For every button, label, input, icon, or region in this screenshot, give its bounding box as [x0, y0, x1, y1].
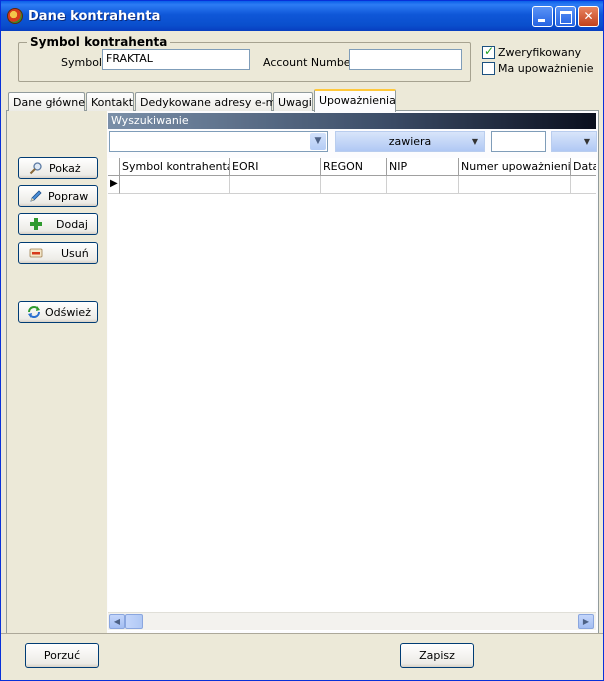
title-bar[interactable]: Dane kontrahenta ✕: [1, 1, 603, 31]
edit-button[interactable]: Popraw: [18, 185, 98, 207]
show-button[interactable]: Pokaż: [18, 157, 98, 179]
symbol-field[interactable]: FRAKTAL: [102, 49, 250, 70]
show-button-label: Pokaż: [49, 162, 81, 175]
tab-dane-glowne[interactable]: Dane główne: [8, 92, 85, 111]
dropdown-arrow-icon: ▼: [583, 137, 590, 146]
search-field-combo[interactable]: ▼: [109, 131, 328, 152]
search-operator-dropdown[interactable]: zawiera ▼: [335, 131, 485, 152]
column-header-eori[interactable]: EORI: [230, 158, 321, 176]
scroll-thumb[interactable]: [125, 614, 143, 629]
column-header-symbol[interactable]: Symbol kontrahenta: [120, 158, 230, 176]
save-button[interactable]: Zapisz: [400, 643, 474, 668]
row-indicator-header: [108, 158, 120, 176]
symbol-group-legend: Symbol kontrahenta: [27, 35, 171, 49]
scroll-left-icon[interactable]: ◀: [109, 614, 125, 629]
authorized-checkbox[interactable]: [482, 62, 495, 75]
add-button-label: Dodaj: [56, 218, 88, 231]
table-cell[interactable]: [459, 176, 571, 194]
dialog-window: Dane kontrahenta ✕ Symbol kontrahenta Sy…: [0, 0, 604, 681]
row-indicator[interactable]: ▶: [108, 176, 120, 194]
symbol-label: Symbol:: [61, 56, 106, 69]
app-icon: [7, 8, 23, 24]
delete-button-label: Usuń: [61, 247, 89, 260]
minimize-button[interactable]: [532, 6, 553, 27]
edit-button-label: Popraw: [48, 190, 89, 203]
refresh-button[interactable]: Odśwież: [18, 301, 98, 323]
column-header-regon[interactable]: REGON: [321, 158, 387, 176]
window-title: Dane kontrahenta: [28, 9, 161, 24]
add-button[interactable]: Dodaj: [18, 213, 98, 235]
pencil-icon: [30, 190, 42, 202]
verified-checkbox[interactable]: ✓: [482, 44, 495, 59]
tab-dedykowane-adresy[interactable]: Dedykowane adresy e-mail: [135, 92, 289, 111]
search-header-bar: Wyszukiwanie: [108, 113, 596, 129]
tab-uwagi[interactable]: Uwagi: [273, 92, 313, 111]
search-operator-value: zawiera: [388, 135, 432, 148]
cancel-button[interactable]: Porzuć: [25, 643, 99, 668]
maximize-icon: [560, 11, 572, 24]
chevron-down-icon[interactable]: ▼: [310, 133, 326, 150]
close-icon: ✕: [583, 9, 594, 23]
table-cell[interactable]: [230, 176, 321, 194]
plus-icon: [30, 218, 42, 230]
dropdown-arrow-icon: ▼: [471, 137, 478, 146]
footer-divider: [1, 633, 603, 634]
table-cell[interactable]: [387, 176, 459, 194]
current-row-arrow-icon: ▶: [110, 178, 118, 189]
column-header-numer-upowaznienia[interactable]: Numer upoważnienia: [459, 158, 571, 176]
verified-label[interactable]: Zweryfikowany: [498, 46, 581, 59]
tab-kontakt[interactable]: Kontakt: [86, 92, 134, 111]
maximize-button[interactable]: [555, 6, 576, 27]
table-cell[interactable]: [571, 176, 596, 194]
search-header-label: Wyszukiwanie: [111, 114, 189, 127]
horizontal-scrollbar[interactable]: ◀ ▶: [108, 612, 596, 630]
authorizations-grid[interactable]: Symbol kontrahenta EORI REGON NIP Numer …: [108, 158, 596, 631]
column-header-data[interactable]: Data: [571, 158, 596, 176]
account-number-field[interactable]: [349, 49, 462, 70]
table-cell[interactable]: [321, 176, 387, 194]
minimize-icon: [538, 19, 545, 22]
delete-icon: [29, 248, 43, 258]
table-cell[interactable]: [120, 176, 230, 194]
refresh-icon: [28, 306, 40, 318]
close-button[interactable]: ✕: [578, 6, 599, 27]
tab-upowaznienia[interactable]: Upoważnienia: [314, 89, 396, 112]
search-mode-dropdown[interactable]: ▼: [551, 131, 597, 152]
search-text-input[interactable]: [491, 131, 546, 152]
refresh-button-label: Odśwież: [45, 306, 91, 319]
account-number-label: Account Number:: [263, 56, 359, 69]
delete-button[interactable]: Usuń: [18, 242, 98, 264]
checkmark-icon: ✓: [484, 44, 495, 58]
authorized-label[interactable]: Ma upoważnienie: [498, 62, 594, 75]
scroll-right-icon[interactable]: ▶: [578, 614, 594, 629]
magnifier-icon: [29, 162, 42, 175]
column-header-nip[interactable]: NIP: [387, 158, 459, 176]
